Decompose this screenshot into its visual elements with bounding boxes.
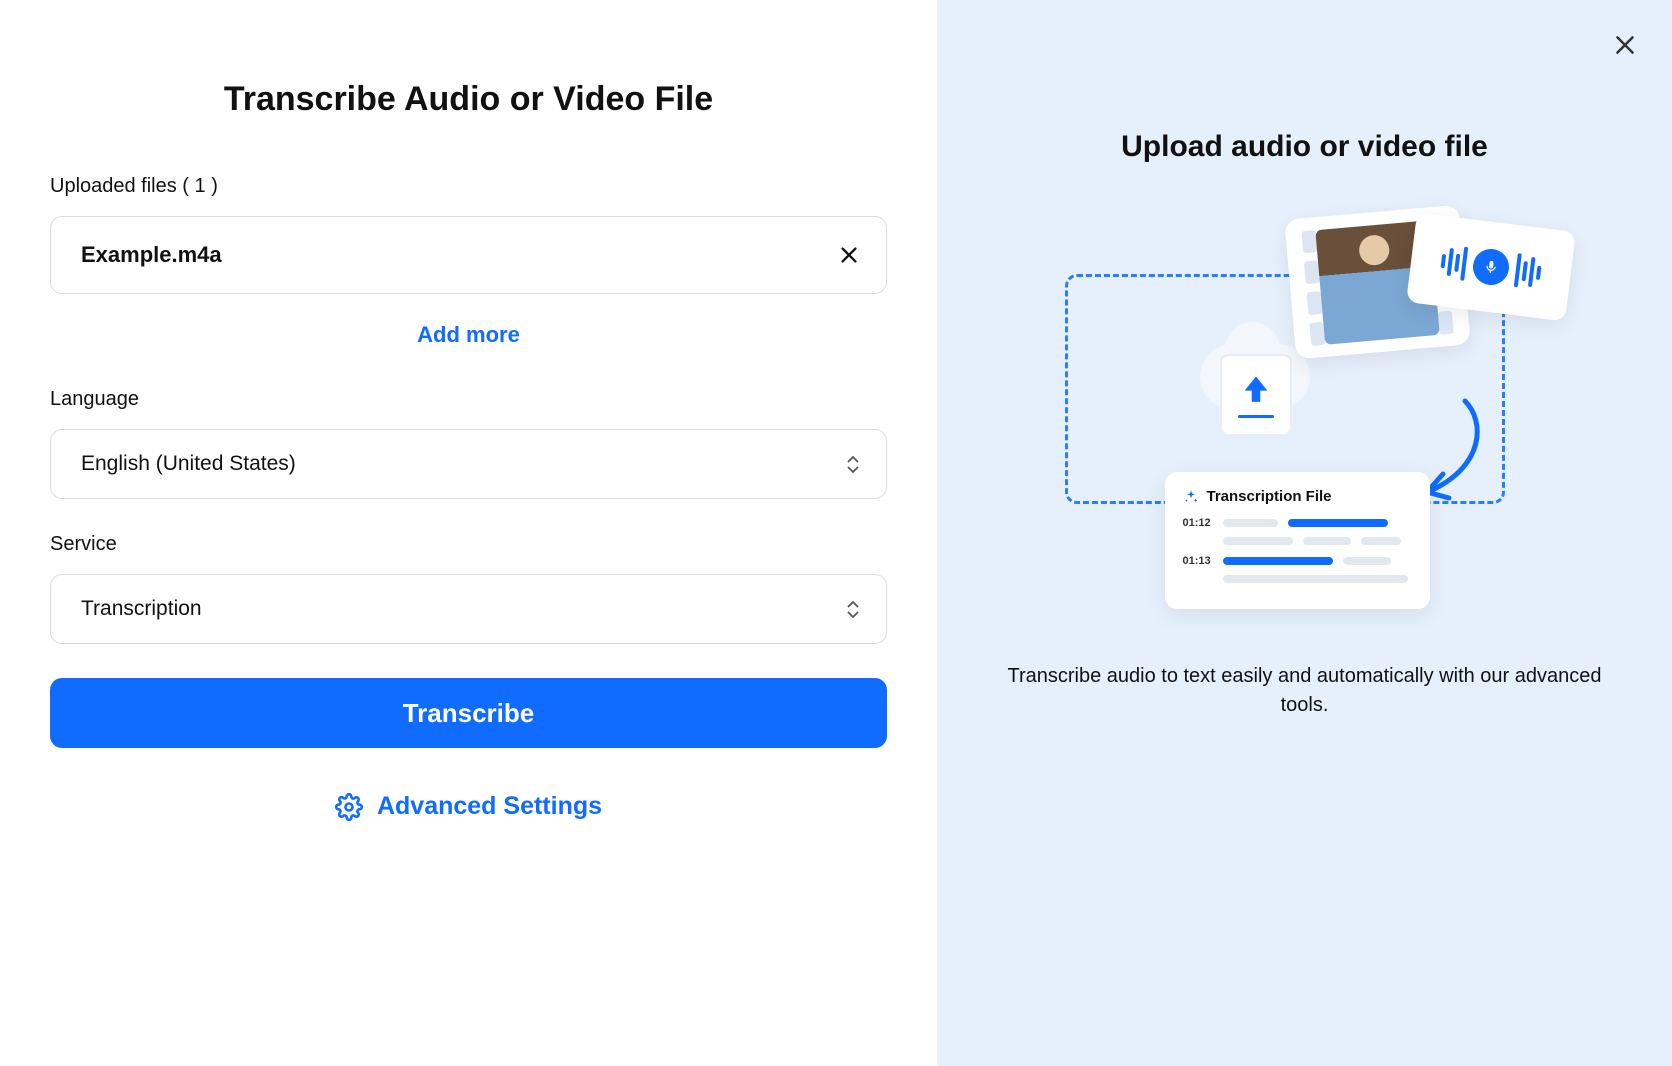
file-name: Example.m4a <box>81 242 222 268</box>
advanced-settings-button[interactable]: Advanced Settings <box>50 792 887 821</box>
service-label: Service <box>50 533 887 556</box>
transcription-card: Transcription File 01:12 01:13 <box>1165 472 1430 609</box>
chevron-updown-icon <box>846 456 860 473</box>
audio-waveform-card <box>1406 213 1576 322</box>
remove-file-button[interactable] <box>838 244 860 266</box>
close-icon <box>838 244 860 266</box>
close-icon <box>1612 32 1638 58</box>
upload-file-icon <box>1220 354 1292 436</box>
language-select[interactable]: English (United States) <box>50 429 887 499</box>
sparkle-icon <box>1183 489 1199 505</box>
promo-illustration: Transcription File 01:12 01:13 <box>1065 214 1545 614</box>
service-value: Transcription <box>81 597 202 621</box>
promo-title: Upload audio or video file <box>1007 130 1602 164</box>
advanced-settings-label: Advanced Settings <box>377 792 602 821</box>
service-select[interactable]: Transcription <box>50 574 887 644</box>
uploaded-files-label: Uploaded files ( 1 ) <box>50 175 887 198</box>
transcription-card-title: Transcription File <box>1207 488 1332 505</box>
gear-icon <box>335 793 363 821</box>
language-label: Language <box>50 388 887 411</box>
transcribe-button[interactable]: Transcribe <box>50 678 887 748</box>
uploaded-file-item: Example.m4a <box>50 216 887 294</box>
page-title: Transcribe Audio or Video File <box>50 80 887 119</box>
close-button[interactable] <box>1608 28 1642 62</box>
mic-icon <box>1470 247 1510 287</box>
chevron-updown-icon <box>846 601 860 618</box>
language-value: English (United States) <box>81 452 296 476</box>
promo-panel: Upload audio or video file <box>937 0 1672 1066</box>
timestamp: 01:13 <box>1183 555 1213 567</box>
add-more-button[interactable]: Add more <box>50 322 887 348</box>
promo-description: Transcribe audio to text easily and auto… <box>1007 662 1602 720</box>
form-panel: Transcribe Audio or Video File Uploaded … <box>0 0 937 1066</box>
timestamp: 01:12 <box>1183 517 1213 529</box>
